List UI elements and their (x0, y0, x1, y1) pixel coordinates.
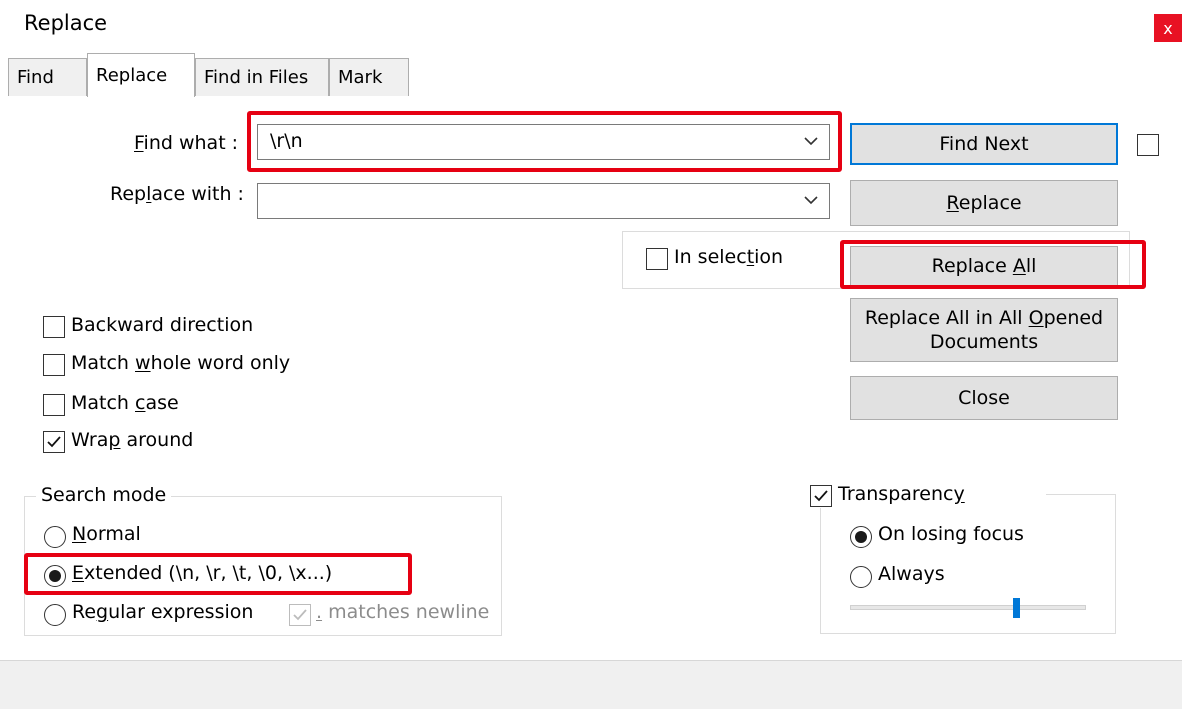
chevron-down-icon[interactable] (801, 190, 821, 210)
replace-button-label: Replace (946, 192, 1022, 214)
dot-matches-newline-label: . matches newline (316, 601, 490, 623)
checkmark-icon (293, 609, 307, 621)
window-title: Replace (24, 11, 108, 35)
search-mode-title: Search mode (36, 484, 172, 506)
match-whole-word-checkbox[interactable] (43, 354, 65, 376)
find-next-button[interactable]: Find Next (850, 123, 1118, 165)
title-bar (0, 0, 1182, 50)
replace-with-input[interactable] (257, 183, 830, 219)
tab-replace[interactable]: Replace (87, 53, 195, 97)
regex-radio[interactable] (44, 604, 66, 626)
tab-find-label: Find (17, 67, 54, 88)
normal-label: Normal (72, 523, 141, 545)
regex-label: Regular expression (72, 601, 254, 623)
replace-all-highlight (840, 240, 1146, 289)
in-selection-label: In selection (674, 246, 784, 268)
replace-all-in-opened-documents-button[interactable]: Replace All in All Opened Documents (850, 298, 1118, 362)
always-label: Always (878, 563, 945, 585)
backward-direction-checkbox[interactable] (43, 316, 65, 338)
close-window-button[interactable]: x (1154, 14, 1182, 42)
transparency-slider-thumb[interactable] (1012, 598, 1020, 618)
on-losing-focus-label: On losing focus (878, 523, 1024, 545)
transparency-group (820, 494, 1116, 634)
backward-direction-label: Backward direction (71, 314, 254, 336)
in-selection-checkbox[interactable] (646, 248, 668, 270)
checkmark-icon (814, 490, 828, 502)
close-button[interactable]: Close (850, 376, 1118, 420)
replace-button[interactable]: Replace (850, 180, 1118, 226)
dot-matches-newline-checkbox[interactable] (289, 604, 311, 626)
replace-with-label: Replace with : (110, 183, 244, 205)
extended-highlight (24, 553, 412, 595)
wrap-around-label: Wrap around (71, 429, 194, 451)
radio-selected-dot (855, 531, 867, 543)
tab-mark-label: Mark (338, 67, 383, 88)
find-what-label: Find what : (134, 132, 239, 154)
transparency-slider-track[interactable] (850, 605, 1086, 610)
status-bar (0, 660, 1182, 709)
transparency-checkbox[interactable] (810, 485, 832, 507)
checkmark-icon (47, 436, 61, 448)
close-icon: x (1163, 18, 1173, 38)
match-whole-word-label: Match whole word only (71, 352, 291, 374)
always-radio[interactable] (850, 566, 872, 588)
tab-replace-label: Replace (96, 65, 168, 86)
find-next-option-checkbox[interactable] (1137, 134, 1159, 156)
tab-mark[interactable]: Mark (329, 58, 409, 96)
transparency-label: Transparency (838, 483, 965, 505)
tab-find-in-files-label: Find in Files (204, 67, 309, 88)
tab-find-in-files[interactable]: Find in Files (195, 58, 329, 96)
close-button-label: Close (958, 387, 1010, 409)
match-case-label: Match case (71, 392, 179, 414)
normal-radio[interactable] (44, 526, 66, 548)
match-case-checkbox[interactable] (43, 394, 65, 416)
replace-all-opened-line1: Replace All in All Opened (864, 307, 1104, 329)
find-what-highlight (247, 111, 842, 172)
tab-find[interactable]: Find (8, 58, 87, 96)
on-losing-focus-radio[interactable] (850, 526, 872, 548)
replace-all-opened-line2: Documents (929, 331, 1039, 353)
wrap-around-checkbox[interactable] (43, 431, 65, 453)
find-next-label: Find Next (939, 133, 1029, 155)
